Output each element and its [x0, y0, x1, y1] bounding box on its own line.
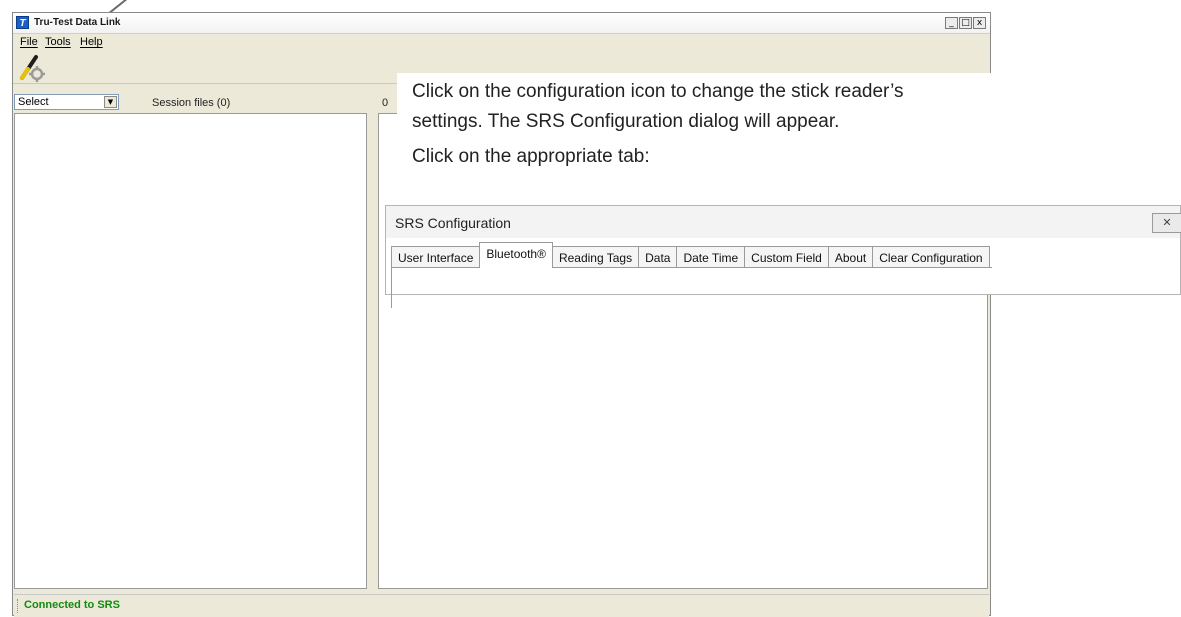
instruction-callout: Click on the configuration icon to chang…	[397, 73, 997, 206]
tab-bluetooth[interactable]: Bluetooth®	[479, 242, 553, 268]
tab-clear-configuration[interactable]: Clear Configuration	[872, 246, 990, 268]
dialog-close-icon[interactable]: ✕	[1152, 213, 1181, 233]
connection-status: Connected to SRS	[24, 599, 120, 611]
session-files-label: Session files (0)	[152, 97, 231, 109]
menu-file[interactable]: File	[20, 36, 38, 48]
tab-date-time[interactable]: Date Time	[676, 246, 746, 268]
menu-help[interactable]: Help	[80, 36, 103, 48]
close-button[interactable]: x	[973, 17, 986, 29]
tab-content-area	[391, 267, 992, 308]
dialog-tabs: User Interface Bluetooth® Reading Tags D…	[391, 242, 990, 268]
app-icon: T	[16, 16, 29, 29]
tab-about[interactable]: About	[827, 246, 874, 268]
callout-line-2: settings. The SRS Configuration dialog w…	[412, 111, 840, 132]
tab-reading-tags[interactable]: Reading Tags	[551, 246, 640, 268]
tab-custom-field[interactable]: Custom Field	[744, 246, 829, 268]
menu-bar: File Tools Help	[13, 34, 990, 52]
select-value: Select	[18, 96, 49, 108]
dialog-title: SRS Configuration	[395, 215, 511, 231]
title-bar: T Tru-Test Data Link _ □ x	[13, 13, 990, 34]
srs-configuration-dialog: SRS Configuration ✕ User Interface Bluet…	[385, 205, 1181, 308]
callout-line-1: Click on the configuration icon to chang…	[412, 81, 904, 102]
tab-data[interactable]: Data	[638, 246, 678, 268]
window-controls: _ □ x	[944, 17, 986, 29]
minimize-button[interactable]: _	[945, 17, 958, 29]
status-bar: Connected to SRS	[14, 594, 989, 617]
right-panel-counter: 0	[382, 97, 389, 109]
dropdown-arrow-icon[interactable]: ▼	[104, 96, 117, 108]
session-files-list[interactable]	[14, 113, 367, 589]
tab-user-interface[interactable]: User Interface	[391, 246, 481, 268]
maximize-button[interactable]: □	[959, 17, 972, 29]
dialog-title-bar: SRS Configuration ✕	[386, 206, 1181, 238]
window-title: Tru-Test Data Link	[34, 17, 121, 28]
status-grip	[17, 599, 20, 613]
callout-line-3: Click on the appropriate tab:	[412, 146, 650, 167]
menu-tools[interactable]: Tools	[45, 36, 71, 48]
session-select-dropdown[interactable]: Select ▼	[14, 94, 119, 110]
configuration-icon[interactable]	[16, 54, 46, 82]
